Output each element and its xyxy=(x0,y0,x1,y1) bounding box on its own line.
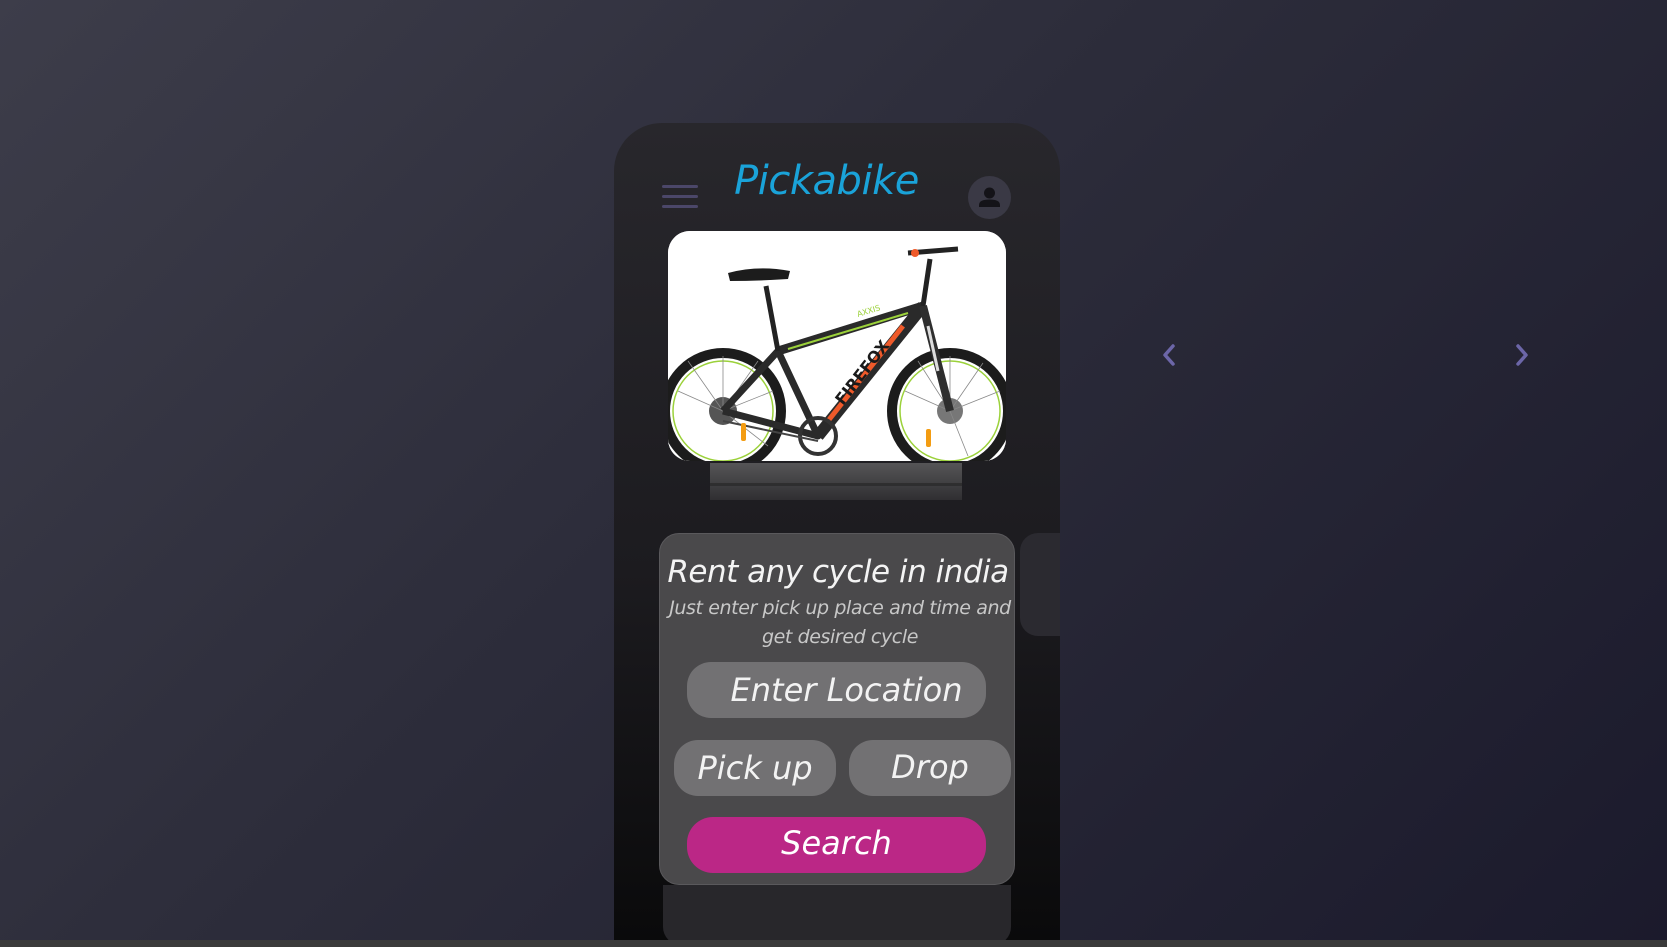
bottom-panel xyxy=(663,885,1011,940)
form-title: Rent any cycle in india xyxy=(667,554,1009,590)
image-reflection xyxy=(710,463,962,500)
phone-frame: Pickabike FIREFOX AXXIS Rent any cycle i… xyxy=(614,123,1060,940)
user-avatar-icon[interactable] xyxy=(968,176,1011,219)
drop-time-field[interactable]: Drop xyxy=(849,740,1011,796)
pickup-time-field[interactable]: Pick up xyxy=(674,740,836,796)
form-subtitle-line-1: Just enter pick up place and time and xyxy=(669,597,1011,619)
form-subtitle-line-2: get desired cycle xyxy=(761,626,919,648)
bike-image: FIREFOX AXXIS xyxy=(668,231,1006,461)
page-bottom-bar xyxy=(0,940,1667,947)
location-input[interactable]: Enter Location xyxy=(687,662,986,718)
hamburger-menu-icon[interactable] xyxy=(662,185,698,211)
rental-form-card: Rent any cycle in india Just enter pick … xyxy=(659,533,1015,885)
next-card-peek[interactable] xyxy=(1020,533,1060,636)
app-title: Pickabike xyxy=(734,158,919,204)
chevron-right-icon[interactable] xyxy=(1510,340,1534,370)
form-subtitle: Just enter pick up place and time and ge… xyxy=(665,594,1015,652)
search-button[interactable]: Search xyxy=(687,817,986,873)
chevron-left-icon[interactable] xyxy=(1157,340,1181,370)
